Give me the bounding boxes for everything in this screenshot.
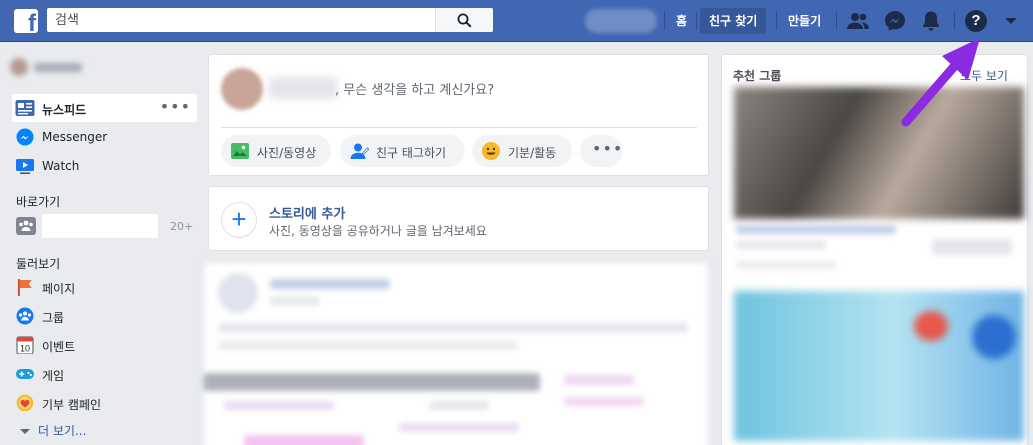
nav-divider	[696, 12, 697, 30]
group-meta-redacted	[736, 261, 836, 269]
watch-icon	[16, 159, 34, 174]
suggested-groups-heading: 추천 그룹	[733, 69, 782, 83]
photo-video-label: 사진/동영상	[257, 146, 317, 160]
sidebar-item-events[interactable]: 10 이벤트	[12, 331, 197, 359]
join-group-button[interactable]	[932, 239, 1012, 255]
shortcuts-heading: 바로가기	[16, 195, 61, 209]
more-composer-options-button[interactable]: •••	[580, 135, 623, 167]
notifications-bell-icon[interactable]	[919, 9, 943, 33]
sidebar-item-news-feed[interactable]: 뉴스피드 •••	[12, 94, 197, 122]
flag-icon	[18, 279, 32, 296]
sidebar-profile[interactable]	[10, 58, 85, 76]
add-story-subtitle: 사진, 동영상을 공유하거나 글을 남겨보세요	[269, 224, 487, 238]
tag-friends-icon	[350, 143, 369, 159]
explore-heading: 둘러보기	[16, 257, 61, 271]
sidebar-item-label: 페이지	[42, 282, 76, 296]
sidebar-item-watch[interactable]: Watch	[12, 152, 197, 180]
nav-divider	[664, 12, 665, 30]
sidebar-item-label: 그룹	[42, 311, 65, 325]
calendar-icon: 10	[16, 336, 34, 354]
smiley-icon	[482, 142, 500, 160]
news-feed-icon	[15, 100, 35, 116]
avatar	[221, 68, 263, 110]
find-friends-link[interactable]: 친구 찾기	[700, 8, 767, 34]
photo-icon	[231, 143, 249, 159]
account-menu-caret-icon[interactable]	[1005, 18, 1017, 24]
user-name-redacted	[269, 77, 337, 99]
sidebar-item-label: Watch	[42, 159, 80, 173]
more-options-icon: •••	[592, 139, 624, 158]
divider	[221, 127, 697, 128]
facebook-logo-icon[interactable]: f	[14, 9, 38, 33]
sidebar-item-label: Messenger	[42, 130, 108, 144]
group-cover-image[interactable]	[734, 291, 1024, 441]
shortcut-name-redacted[interactable]	[42, 214, 158, 238]
chevron-down-icon	[20, 429, 30, 434]
feeling-activity-button[interactable]: 기분/활동	[472, 135, 572, 167]
annotation-arrow-icon	[901, 38, 980, 127]
sidebar-item-label: 이벤트	[42, 340, 76, 354]
sidebar-item-games[interactable]: 게임	[12, 360, 197, 388]
add-story-card[interactable]: + 스토리에 추가 사진, 동영상을 공유하거나 글을 남겨보세요	[208, 186, 709, 251]
sidebar-item-groups[interactable]: 그룹	[12, 302, 197, 330]
create-link[interactable]: 만들기	[779, 8, 830, 34]
sidebar-item-pages[interactable]: 페이지	[12, 273, 197, 301]
group-meta-redacted	[736, 241, 826, 249]
shortcut-count-badge: 20+	[170, 220, 194, 233]
heart-coin-icon	[16, 394, 34, 412]
tag-friends-button[interactable]: 친구 태그하기	[340, 135, 465, 167]
group-shortcut-icon[interactable]	[16, 217, 36, 235]
sidebar-item-fundraisers[interactable]: 기부 캠페인	[12, 389, 197, 417]
sidebar-item-messenger[interactable]: Messenger	[12, 123, 197, 151]
more-options-icon[interactable]: •••	[160, 97, 191, 116]
group-name-redacted	[736, 225, 896, 234]
left-sidebar: 뉴스피드 ••• Messenger Watch 바로가기 20+ 둘러보기 페…	[0, 42, 200, 445]
see-more-link[interactable]: 더 보기...	[20, 422, 86, 439]
sidebar-item-label: 게임	[42, 369, 65, 383]
home-link[interactable]: 홈	[667, 8, 696, 34]
svg-text:10: 10	[20, 344, 30, 354]
tag-friends-label: 친구 태그하기	[376, 146, 447, 160]
gamepad-icon	[16, 369, 34, 379]
post-composer: , 무슨 생각을 하고 계신가요? 사진/동영상 친구 태그하기 기분/활동 •…	[208, 54, 709, 176]
search-input[interactable]	[47, 8, 452, 32]
photo-video-button[interactable]: 사진/동영상	[221, 135, 331, 167]
sidebar-item-label: 뉴스피드	[42, 103, 87, 117]
search-button[interactable]	[435, 8, 493, 32]
composer-prompt[interactable]: , 무슨 생각을 하고 계신가요?	[335, 79, 494, 98]
add-story-title: 스토리에 추가	[269, 207, 346, 222]
friend-requests-icon[interactable]	[846, 9, 870, 33]
nav-divider	[836, 12, 837, 30]
search-box	[47, 8, 493, 32]
profile-shortcut[interactable]	[585, 9, 657, 33]
messenger-icon[interactable]	[883, 9, 907, 33]
see-more-label: 더 보기...	[38, 424, 87, 438]
groups-icon	[16, 307, 34, 325]
messenger-icon	[16, 128, 34, 146]
sidebar-item-label: 기부 캠페인	[42, 398, 102, 412]
nav-divider	[776, 12, 777, 30]
feeling-activity-label: 기분/활동	[508, 146, 557, 160]
add-icon: +	[221, 202, 257, 238]
top-navigation-bar: f 홈 친구 찾기 만들기 ?	[0, 0, 1033, 42]
feed-post-blurred[interactable]	[203, 262, 709, 445]
search-icon	[457, 13, 472, 28]
nav-divider	[954, 12, 955, 30]
help-icon[interactable]: ?	[965, 10, 987, 32]
